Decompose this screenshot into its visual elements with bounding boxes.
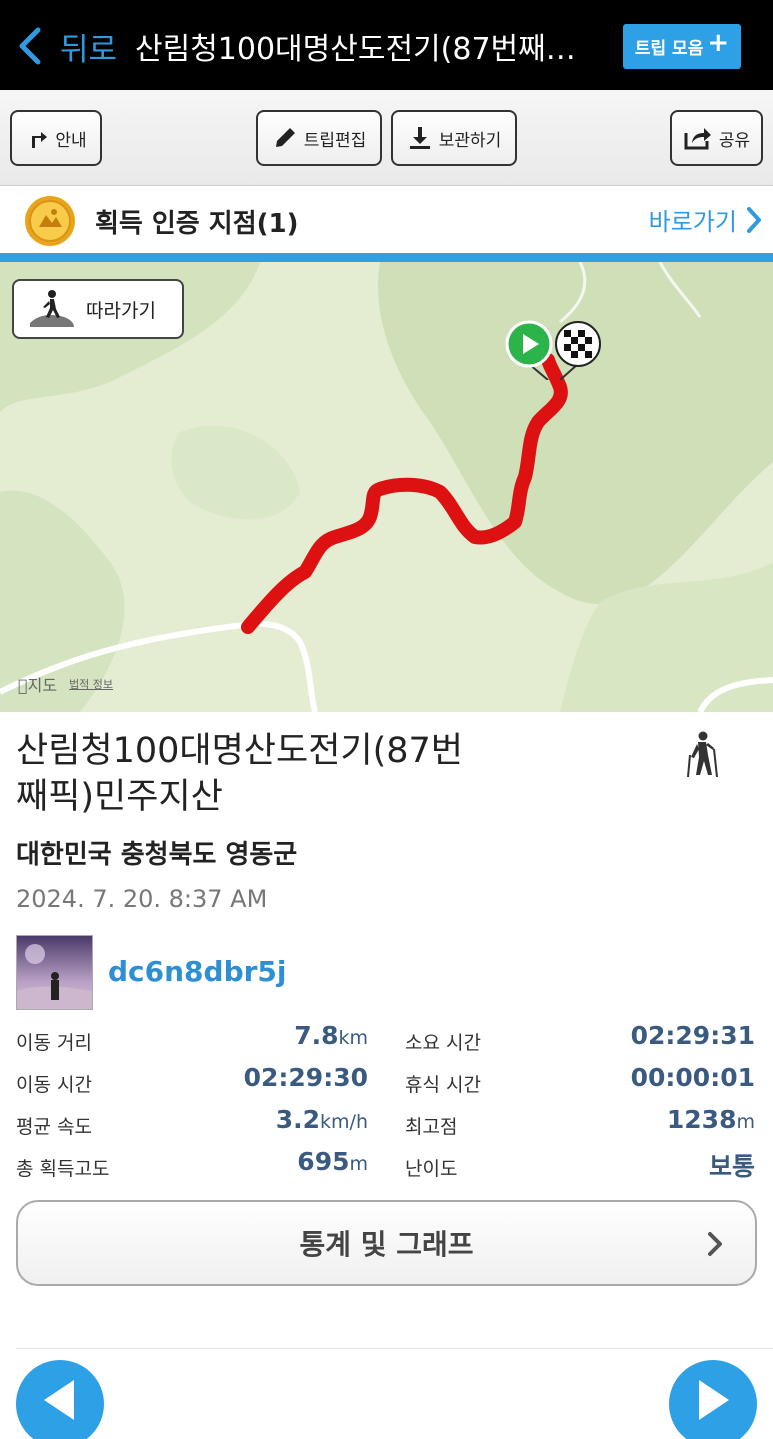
plus-icon: +	[707, 27, 730, 58]
toolbar: 안내 트립편집 보관하기 공유	[0, 90, 773, 186]
route-map[interactable]: 따라가기 지도 법적 정보	[0, 262, 773, 712]
guide-label: 안내	[55, 130, 87, 151]
finish-flag-icon[interactable]	[554, 320, 604, 380]
trip-title: 산림청100대명산도전기(87번째픽)민주지산	[16, 731, 463, 817]
trip-collection-label: 트립 모음	[634, 39, 704, 59]
edit-trip-label: 트립편집	[303, 130, 367, 151]
avatar[interactable]	[16, 935, 93, 1010]
previous-trip-button[interactable]	[16, 1360, 104, 1439]
stat-row: 총 획득고도 695m 난이도 보통	[0, 1144, 773, 1186]
difficulty-value: 보통	[708, 1152, 755, 1181]
turn-sign-icon	[32, 132, 48, 148]
total-ascent-label: 총 획득고도	[16, 1158, 110, 1180]
username-link[interactable]: dc6n8dbr5j	[108, 955, 287, 988]
map-attribution: 지도 법적 정보	[18, 672, 113, 696]
stats-graph-label: 통계 및 그래프	[299, 1228, 474, 1261]
certification-badge-row[interactable]: 획득 인증 지점(1) 바로가기	[0, 187, 773, 253]
follow-button[interactable]: 따라가기	[12, 279, 184, 339]
distance-label: 이동 거리	[16, 1032, 92, 1054]
total-ascent-value: 695m	[297, 1147, 368, 1176]
avg-speed-value: 3.2km/h	[275, 1105, 368, 1134]
stat-row: 이동 시간 02:29:30 휴식 시간 00:00:01	[0, 1060, 773, 1102]
follow-label: 따라가기	[86, 299, 156, 322]
pencil-icon	[275, 128, 295, 147]
trip-location: 대한민국 충청북도 영동군	[16, 840, 298, 870]
avatar-image	[17, 936, 92, 1009]
map-brand: 지도	[18, 676, 57, 695]
difficulty-label: 난이도	[405, 1158, 458, 1180]
section-divider	[0, 253, 773, 262]
stat-row: 평균 속도 3.2km/h 최고점 1238m	[0, 1102, 773, 1144]
chevron-right-icon	[747, 206, 761, 233]
back-chevron-icon[interactable]	[16, 26, 46, 66]
triangle-left-icon	[44, 1380, 74, 1420]
medal-icon	[25, 196, 75, 246]
save-button[interactable]: 보관하기	[391, 110, 517, 166]
elapsed-time-value: 02:29:31	[630, 1021, 755, 1050]
top-nav-bar: 뒤로 산림청100대명산도전기(87번째… 트립 모음 +	[0, 0, 773, 90]
stat-row: 이동 거리 7.8km 소요 시간 02:29:31	[0, 1018, 773, 1060]
share-button[interactable]: 공유	[670, 110, 763, 166]
trip-datetime: 2024. 7. 20. 8:37 AM	[16, 885, 268, 913]
next-trip-button[interactable]	[669, 1360, 757, 1439]
rest-time-value: 00:00:01	[630, 1063, 755, 1092]
earned-checkpoints-label: 획득 인증 지점(1)	[95, 209, 299, 239]
shortcut-link[interactable]: 바로가기	[649, 202, 763, 237]
page-title: 산림청100대명산도전기(87번째…	[135, 32, 576, 67]
share-label: 공유	[718, 130, 751, 151]
stats-grid: 이동 거리 7.8km 소요 시간 02:29:31 이동 시간 02:29:3…	[0, 1018, 773, 1186]
trip-collection-button[interactable]: 트립 모음 +	[623, 24, 741, 69]
hiker-icon	[687, 731, 718, 777]
stats-graph-button[interactable]: 통계 및 그래프	[16, 1200, 757, 1286]
walking-person-icon	[30, 290, 74, 327]
elapsed-time-label: 소요 시간	[405, 1032, 481, 1054]
back-button[interactable]: 뒤로	[60, 24, 117, 69]
moving-time-label: 이동 시간	[16, 1074, 92, 1096]
download-icon	[409, 127, 430, 149]
avg-speed-label: 평균 속도	[16, 1116, 92, 1138]
triangle-right-icon	[699, 1380, 729, 1420]
shortcut-label: 바로가기	[648, 208, 737, 236]
share-icon	[684, 128, 711, 150]
rest-time-label: 휴식 시간	[405, 1074, 481, 1096]
max-altitude-label: 최고점	[405, 1116, 458, 1138]
max-altitude-value: 1238m	[666, 1105, 755, 1134]
distance-value: 7.8km	[294, 1021, 368, 1050]
edit-trip-button[interactable]: 트립편집	[256, 110, 382, 166]
moving-time-value: 02:29:30	[243, 1063, 368, 1092]
divider	[16, 1348, 773, 1349]
chevron-right-icon	[708, 1232, 722, 1256]
guide-button[interactable]: 안내	[10, 110, 102, 166]
legal-info-link[interactable]: 법적 정보	[69, 676, 113, 692]
start-marker-icon[interactable]	[504, 320, 554, 380]
save-label: 보관하기	[438, 130, 502, 151]
